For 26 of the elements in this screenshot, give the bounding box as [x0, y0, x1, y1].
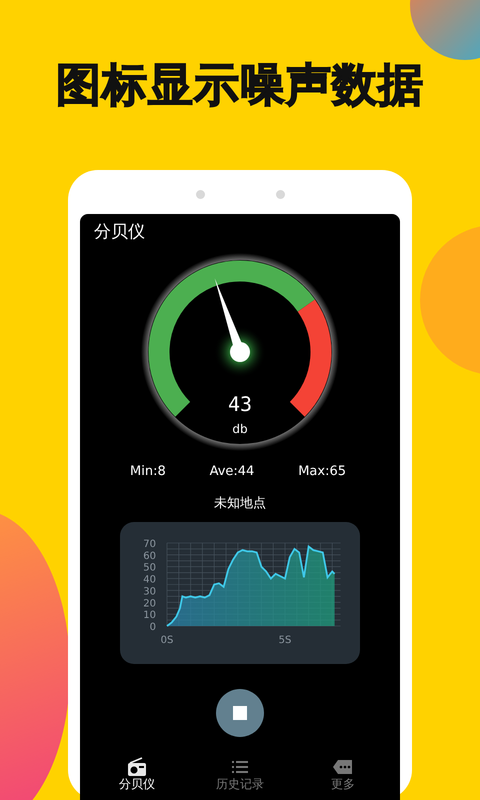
radio-icon — [126, 756, 148, 776]
stat-label: Min:8 — [130, 462, 166, 480]
y-tick-label: 10 — [143, 610, 156, 621]
reading-value: 43 — [228, 392, 252, 416]
stat-label: Ave:44 — [210, 462, 254, 480]
y-tick-label: 60 — [143, 550, 156, 562]
nav-tab[interactable]: 历史记录 — [205, 756, 275, 791]
screen-title: 分贝仪 — [93, 221, 146, 244]
y-tick-label: 0 — [150, 622, 156, 632]
y-tick-label: 50 — [143, 562, 156, 574]
y-tick-label: 70 — [143, 538, 156, 550]
y-tick-label: 30 — [143, 586, 156, 597]
nav-tab[interactable]: 分贝仪 — [102, 756, 172, 791]
stop-button[interactable] — [216, 688, 264, 736]
x-tick-label: 5S — [278, 634, 292, 646]
location-label: 未知地点 — [213, 495, 267, 513]
y-tick-label: 40 — [143, 574, 156, 586]
nav-tab[interactable]: 更多 — [308, 756, 378, 791]
headline: 图标显示噪声数据 — [55, 57, 425, 107]
stat-label: Max:65 — [298, 462, 346, 480]
stop-icon — [233, 706, 247, 720]
y-tick-label: 20 — [143, 598, 156, 609]
unit-label: db — [232, 422, 248, 436]
camera-dot — [196, 190, 205, 199]
x-tick-label: 0S — [160, 634, 174, 646]
sensor-dot — [276, 190, 285, 199]
